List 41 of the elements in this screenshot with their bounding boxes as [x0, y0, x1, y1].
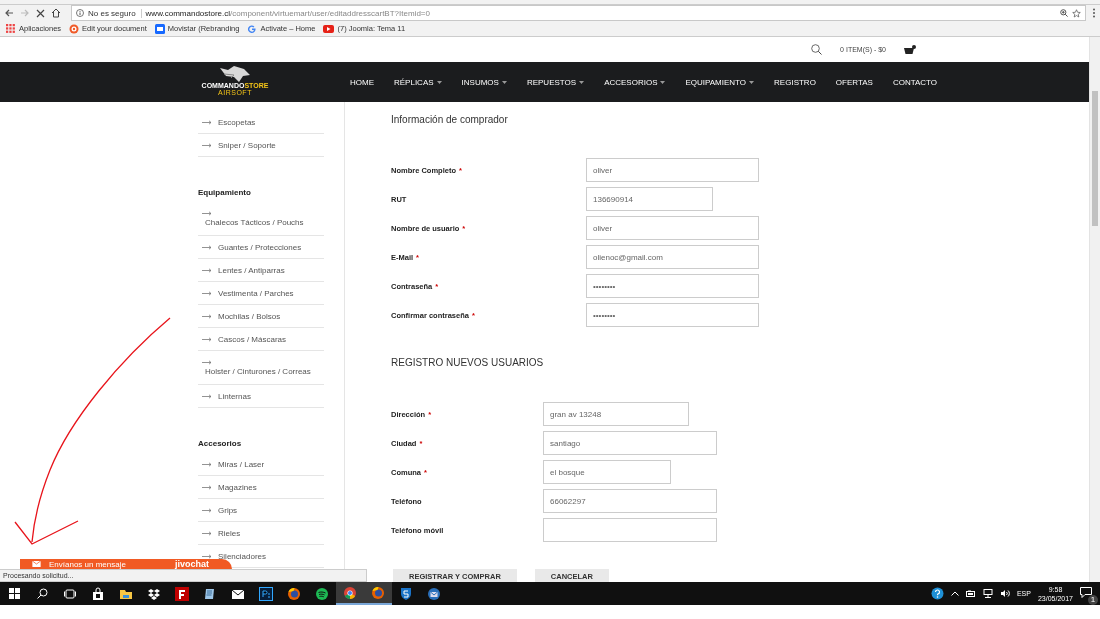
category-link[interactable]: Magazines — [218, 482, 257, 492]
category-link[interactable]: Chalecos Tácticos / Pouchs — [202, 217, 304, 227]
section-title: Información de comprador — [391, 113, 509, 127]
category-link[interactable]: Guantes / Protecciones — [218, 242, 302, 252]
input-field[interactable]: gran av 13248 — [543, 402, 689, 426]
input-field[interactable]: •••••••• — [586, 303, 759, 327]
category-link[interactable]: Silenciadores — [218, 551, 267, 561]
category-link[interactable]: Mochilas / Bolsos — [218, 311, 281, 321]
input-field[interactable]: 136690914 — [586, 187, 713, 211]
input-field[interactable]: 66062297 — [543, 489, 717, 513]
input-field[interactable]: el bosque — [543, 460, 671, 484]
category-link[interactable]: Holster / Cinturones / Correas — [202, 366, 311, 376]
chat-label: Envíanos un mensaje — [49, 559, 127, 569]
input-field[interactable]: oliver — [586, 158, 759, 182]
nav-item[interactable]: RÉPLICAS — [384, 72, 452, 92]
nav-item[interactable]: REPUESTOS — [516, 72, 595, 92]
nav-item[interactable]: HOME — [340, 72, 384, 92]
category-link[interactable]: Linternas — [218, 391, 251, 401]
input-field[interactable]: •••••••• — [586, 274, 759, 298]
category-link[interactable]: Rieles — [218, 528, 241, 538]
nav-item[interactable]: REGISTRO — [764, 72, 826, 92]
nav-item[interactable]: CONTACTO — [882, 72, 948, 92]
input-field[interactable]: olienoc@gmail.com — [586, 245, 759, 269]
address-bar[interactable]: No es seguro www.commandostore.cl/component/virtuemart/user/editaddresscartBT?Itemid=0 — [71, 5, 1086, 21]
input-field[interactable]: santiago — [543, 431, 717, 455]
nav-item[interactable]: ACCESORIOS — [594, 72, 676, 92]
category-link[interactable]: Sniper / Soporte — [218, 140, 276, 150]
section-title: REGISTRO NUEVOS USUARIOS — [391, 356, 545, 370]
category-link[interactable]: Escopetas — [218, 117, 256, 127]
category-link[interactable]: Miras / Laser — [218, 459, 265, 469]
chat-brand: jivochat — [175, 559, 209, 569]
nav-item[interactable]: EQUIPAMIENTO — [675, 72, 765, 92]
category-heading: Equipamiento — [198, 186, 252, 199]
category-link[interactable]: Grips — [218, 505, 238, 515]
category-link[interactable]: Lentes / Antiparras — [218, 265, 285, 275]
nav-item[interactable]: INSUMOS — [451, 72, 517, 92]
category-heading: Accesorios — [198, 437, 243, 450]
category-link[interactable]: Vestimenta / Parches — [218, 288, 294, 298]
category-link[interactable]: Cascos / Máscaras — [218, 334, 287, 344]
nav-item[interactable]: OFERTAS — [825, 72, 883, 92]
input-field[interactable]: oliver — [586, 216, 759, 240]
